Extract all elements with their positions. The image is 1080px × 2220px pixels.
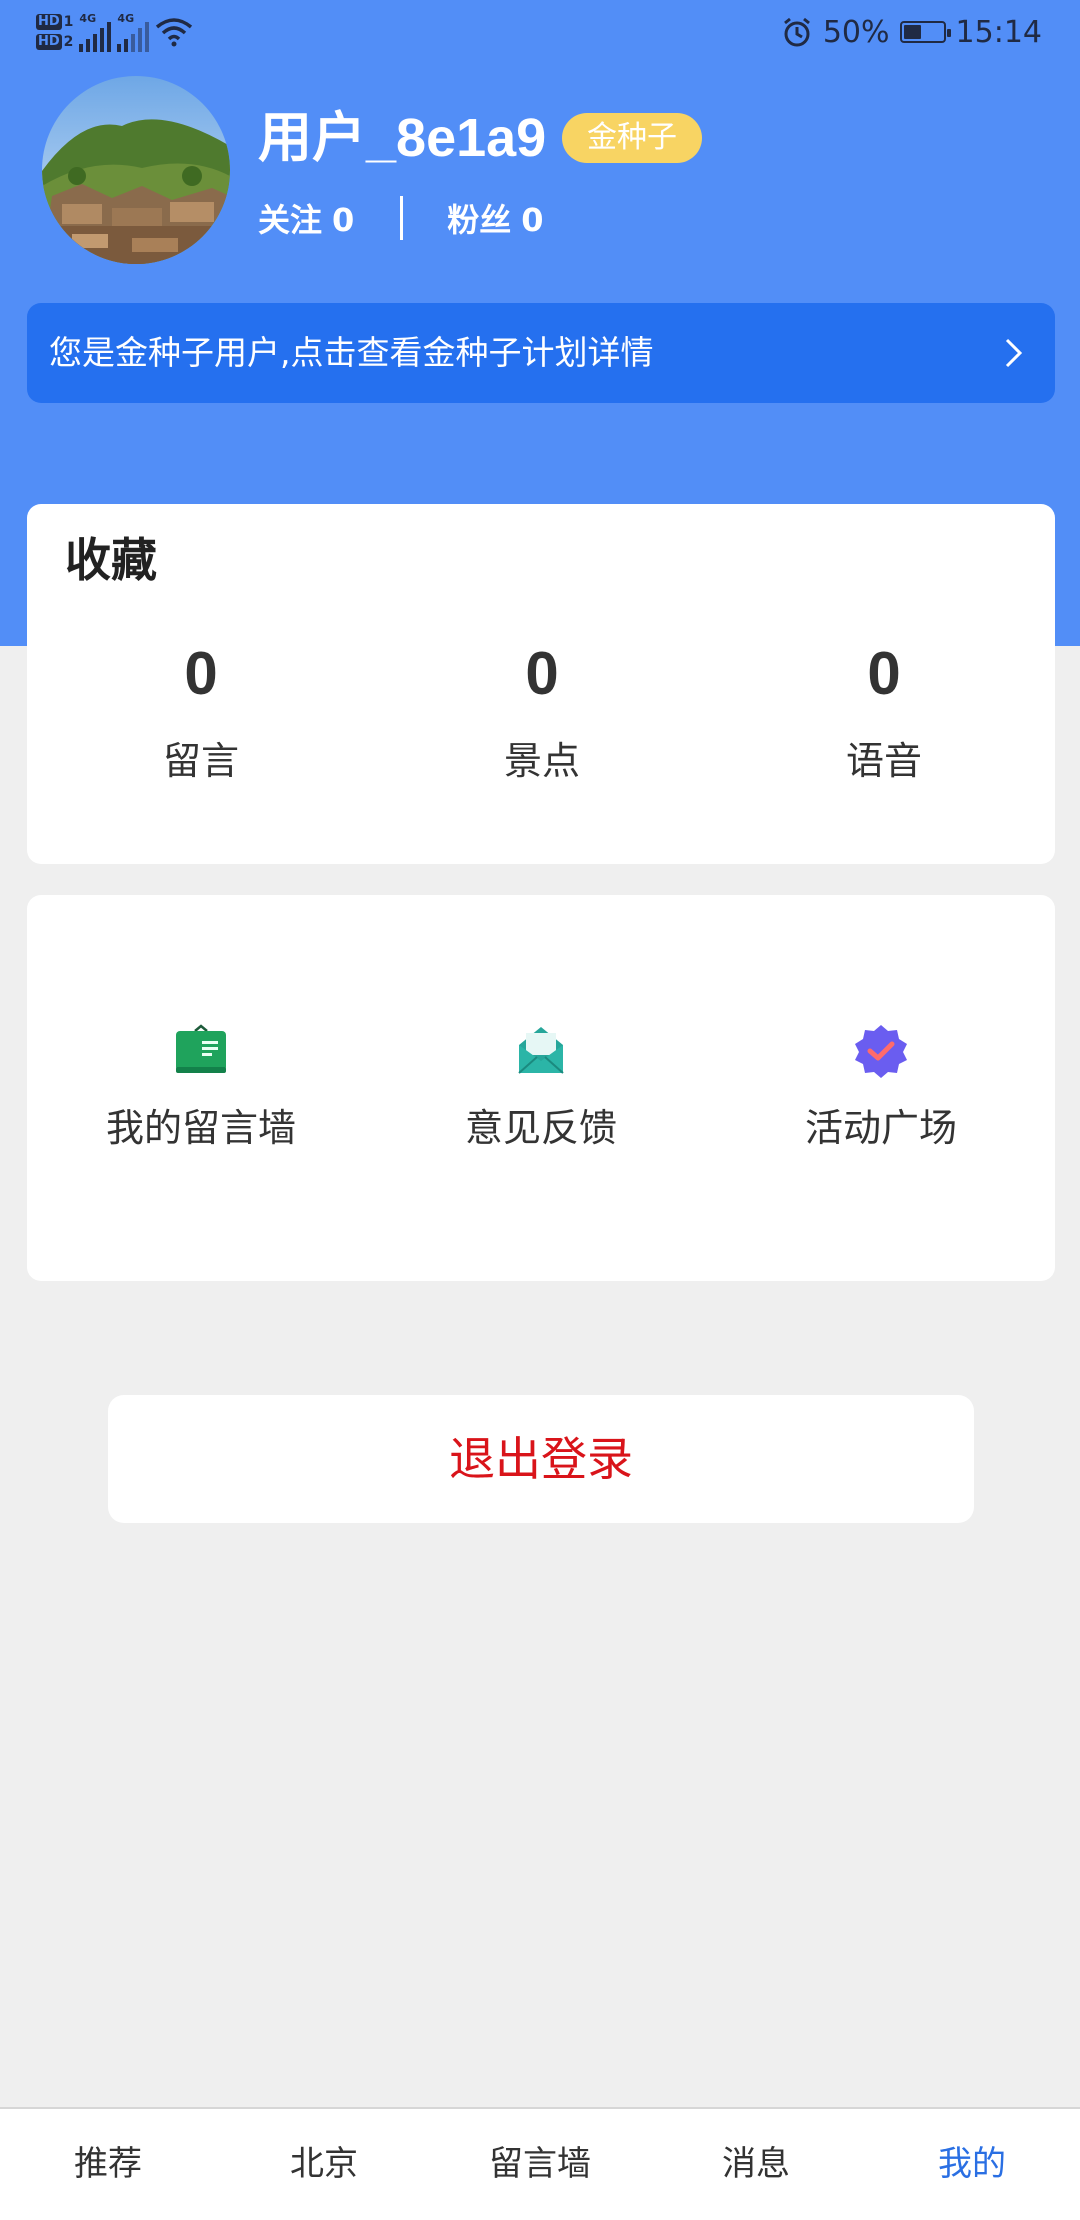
favorites-card: 收藏 0 留言 0 景点 0 语音 — [27, 504, 1055, 864]
menu-feedback[interactable]: 意见反馈 — [391, 1023, 691, 1152]
tab-messages[interactable]: 消息 — [648, 2109, 864, 2220]
chevron-right-icon — [1005, 338, 1023, 368]
gold-seed-badge: 金种子 — [562, 113, 702, 163]
favorite-count: 0 — [867, 640, 901, 707]
stats-divider — [400, 196, 404, 240]
hd1-indicator: HD 1 — [36, 14, 74, 30]
activity-badge-icon — [855, 1025, 907, 1078]
favorite-audio[interactable]: 0 语音 — [764, 636, 1004, 785]
menu-my-message-wall[interactable]: 我的留言墙 — [51, 1023, 351, 1152]
gold-seed-banner[interactable]: 您是金种子用户,点击查看金种子计划详情 — [27, 303, 1055, 403]
followers-count: 0 — [521, 201, 544, 239]
following-label: 关注 — [258, 201, 323, 239]
favorite-label: 留言 — [162, 739, 239, 783]
menu-label: 意见反馈 — [464, 1106, 617, 1150]
username: 用户_8e1a9 — [258, 108, 547, 168]
wifi-icon — [156, 18, 193, 47]
hd2-indicator: HD 2 — [36, 34, 74, 50]
battery-icon — [899, 21, 951, 43]
avatar-landscape-image — [42, 76, 230, 264]
menu-activity-plaza[interactable]: 活动广场 — [731, 1023, 1031, 1152]
battery-level — [903, 25, 921, 39]
following-count: 0 — [332, 201, 355, 239]
tab-recommend[interactable]: 推荐 — [0, 2109, 216, 2220]
favorite-count: 0 — [184, 640, 218, 707]
followers-link[interactable]: 粉丝 0 — [447, 195, 543, 241]
signal-2-icon: 4G — [117, 12, 150, 52]
signal-1-icon: 4G — [79, 12, 112, 52]
favorite-label: 语音 — [845, 739, 922, 783]
tab-message-wall[interactable]: 留言墙 — [432, 2109, 648, 2220]
favorite-messages[interactable]: 0 留言 — [81, 636, 321, 785]
alarm-icon — [783, 17, 810, 47]
tab-beijing[interactable]: 北京 — [216, 2109, 432, 2220]
status-right: 50% 15:14 — [781, 10, 1042, 54]
bottom-tab-bar: 推荐 北京 留言墙 消息 我的 — [0, 2107, 1080, 2220]
menu-card: 我的留言墙 意见反馈 活动广场 — [27, 895, 1055, 1281]
clock: 15:14 — [955, 14, 1042, 50]
tab-mine[interactable]: 我的 — [864, 2109, 1080, 2220]
menu-label: 我的留言墙 — [105, 1106, 296, 1150]
banner-text: 您是金种子用户,点击查看金种子计划详情 — [49, 333, 654, 372]
follow-stats: 关注 0 粉丝 0 — [258, 192, 544, 244]
followers-label: 粉丝 — [447, 201, 512, 239]
status-bar: HD 1 HD 2 4G 4G 50% 15:14 — [0, 0, 1080, 64]
avatar[interactable] — [42, 76, 230, 264]
battery-percent: 50% — [822, 14, 890, 50]
logout-button[interactable]: 退出登录 — [108, 1395, 974, 1523]
favorites-title: 收藏 — [65, 533, 157, 587]
menu-label: 活动广场 — [804, 1106, 957, 1150]
favorite-count: 0 — [525, 640, 559, 707]
favorite-spots[interactable]: 0 景点 — [422, 636, 662, 785]
message-board-icon — [176, 1024, 226, 1073]
following-link[interactable]: 关注 0 — [258, 195, 354, 241]
feedback-envelope-icon — [518, 1027, 564, 1074]
favorite-label: 景点 — [503, 739, 580, 783]
status-left: HD 1 HD 2 4G 4G — [36, 6, 193, 58]
hd-indicators: HD 1 HD 2 — [36, 14, 73, 50]
